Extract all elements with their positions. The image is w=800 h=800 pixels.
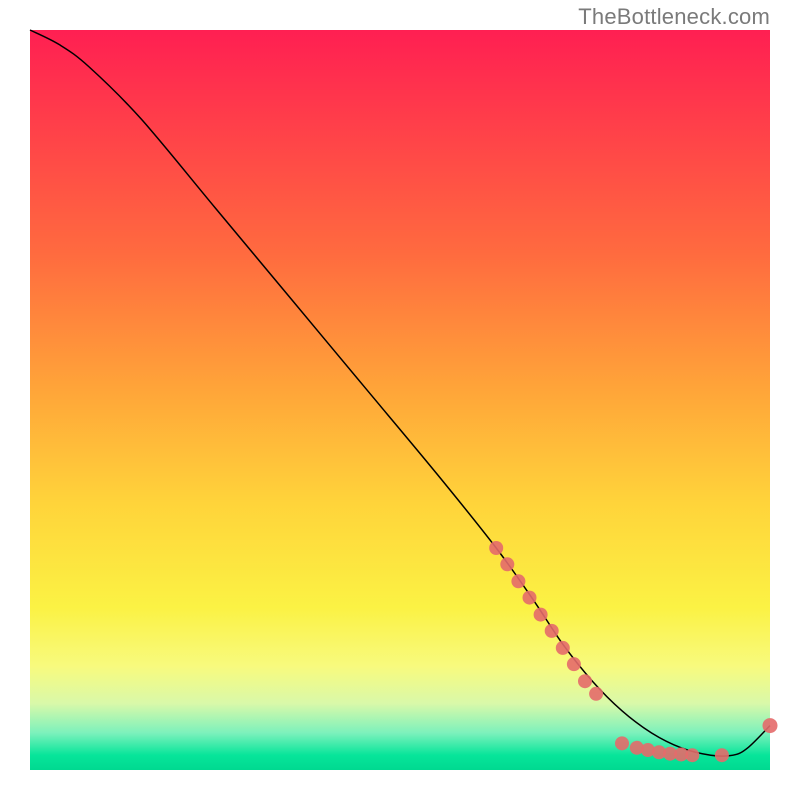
chart-overlay-svg bbox=[30, 30, 770, 770]
steep-segment-dots-dot bbox=[534, 608, 548, 622]
chart-container: TheBottleneck.com bbox=[0, 0, 800, 800]
marker-dots-group bbox=[489, 541, 777, 762]
steep-segment-dots-dot bbox=[489, 541, 503, 555]
steep-segment-dots-dot bbox=[567, 657, 581, 671]
steep-segment-dots-dot bbox=[578, 674, 592, 688]
steep-segment-dots-dot bbox=[589, 687, 603, 701]
steep-segment-dots-dot bbox=[511, 574, 525, 588]
attribution-text: TheBottleneck.com bbox=[578, 4, 770, 30]
steep-segment-dots-dot bbox=[556, 641, 570, 655]
steep-segment-dots-dot bbox=[523, 591, 537, 605]
trough-segment-dots-dot bbox=[715, 748, 729, 762]
steep-segment-dots-dot bbox=[500, 557, 514, 571]
steep-segment-dots-dot bbox=[545, 624, 559, 638]
end-dot-dot bbox=[763, 718, 778, 733]
trough-segment-dots-dot bbox=[615, 736, 629, 750]
trough-segment-dots-dot bbox=[685, 748, 699, 762]
bottleneck-curve bbox=[30, 30, 770, 756]
